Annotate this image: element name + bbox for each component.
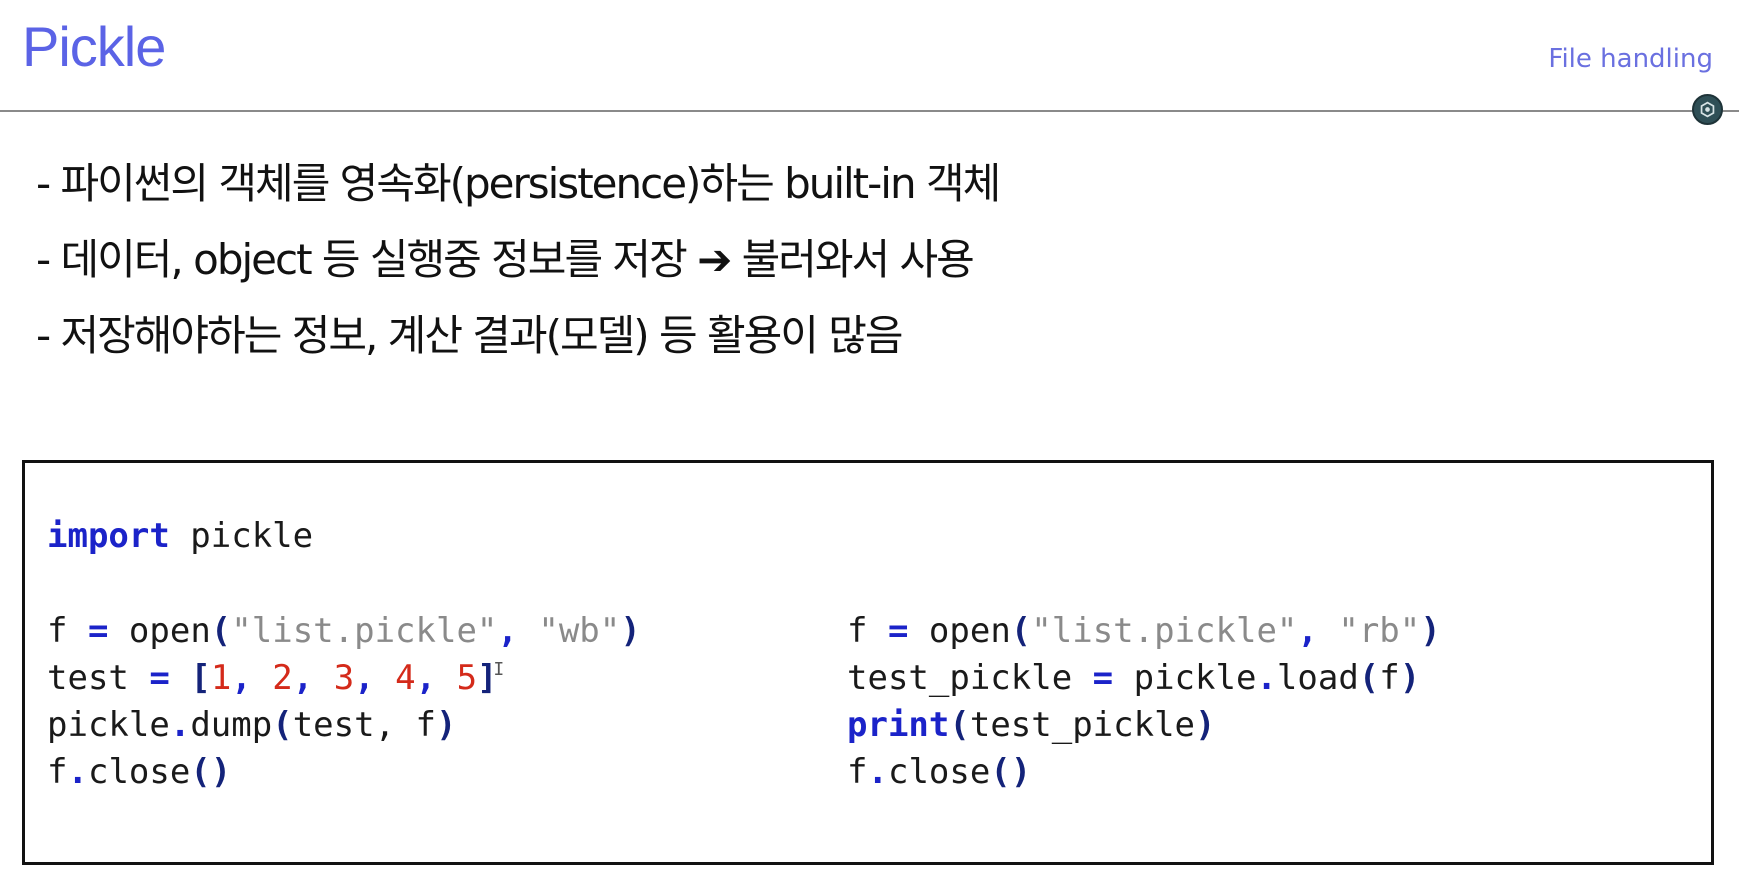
header-divider [0, 110, 1739, 112]
number-literal: 3 [333, 658, 355, 698]
paren: () [990, 752, 1032, 792]
paren: ( [1010, 611, 1032, 651]
keyword: print [847, 705, 950, 745]
code-text: open [108, 611, 211, 651]
code-block: import pickle f = open("list.pickle", "w… [22, 460, 1714, 865]
code-text: f [47, 611, 88, 651]
code-line: f.close() [47, 749, 641, 796]
code-text: f [47, 752, 68, 792]
code-text: dump [190, 705, 273, 745]
operator: . [67, 752, 88, 792]
operator: = [887, 611, 909, 651]
section-label: File handling [1548, 44, 1713, 74]
number-literal: 4 [395, 658, 416, 698]
code-line: pickle.dump(test, f) [47, 702, 641, 749]
code-line: f = open("list.pickle", "wb") [47, 608, 641, 693]
paren: ) [1399, 658, 1421, 698]
code-line: test_pickle = pickle.load(f) [847, 655, 1441, 702]
code-text: test_pickle [969, 705, 1196, 745]
code-right-column: f = open("list.pickle", "rb") test_pickle… [847, 608, 1441, 796]
number-literal: 5 [456, 658, 478, 698]
paren: ( [272, 705, 293, 745]
bullet-item: - 파이썬의 객체를 영속화(persistence)하는 built-in 객… [36, 159, 1001, 208]
code-text: test, f [292, 705, 436, 745]
string-literal: "list.pickle" [1031, 611, 1298, 651]
string-literal: "rb" [1338, 611, 1421, 651]
paren: ( [210, 611, 232, 651]
code-text: pickle [1113, 658, 1257, 698]
slide-title: Pickle [22, 15, 166, 78]
code-text: pickle [169, 516, 314, 556]
paren: ( [949, 705, 970, 745]
code-line: f = open("list.pickle", "rb") [847, 608, 1441, 655]
paren: () [190, 752, 232, 792]
paren: ( [1358, 658, 1380, 698]
code-import-line: import pickle [47, 513, 313, 560]
paren: ) [620, 611, 641, 651]
keyword: import [47, 516, 170, 556]
string-literal: "list.pickle" [231, 611, 498, 651]
operator: , [292, 658, 334, 698]
paren: ) [1420, 611, 1441, 651]
code-line: f.close() [847, 749, 1441, 796]
code-text: pickle [47, 705, 170, 745]
bullet-item: - 데이터, object 등 실행중 정보를 저장 ➔ 불러와서 사용 [36, 235, 975, 284]
code-text: test_pickle [847, 658, 1093, 698]
operator: = [149, 658, 170, 698]
code-text: f [1379, 658, 1400, 698]
code-text: close [87, 752, 191, 792]
string-literal: "wb" [538, 611, 621, 651]
code-text: f [847, 611, 888, 651]
operator: . [867, 752, 888, 792]
logo-icon [1692, 94, 1723, 125]
code-line: print(test_pickle) [847, 702, 1441, 749]
paren: ) [1195, 705, 1216, 745]
code-text: test [47, 658, 150, 698]
bracket: [ [190, 658, 211, 698]
code-text: f [847, 752, 868, 792]
code-text: close [887, 752, 991, 792]
code-text: load [1276, 658, 1359, 698]
number-literal: 1 [210, 658, 232, 698]
bullet-item: - 저장해야하는 정보, 계산 결과(모델) 등 활용이 많음 [36, 311, 904, 360]
code-line: test = [1, 2, 3, 4, 5] [47, 655, 641, 702]
hexagon-icon [1700, 101, 1715, 118]
operator: = [87, 611, 109, 651]
paren: ) [435, 705, 457, 745]
operator: , [497, 611, 539, 651]
code-text: open [908, 611, 1011, 651]
number-literal: 2 [272, 658, 293, 698]
operator: . [1256, 658, 1277, 698]
operator: , [415, 658, 457, 698]
operator: = [1092, 658, 1114, 698]
operator: . [169, 705, 191, 745]
operator: , [354, 658, 396, 698]
bullet-list: - 파이썬의 객체를 영속화(persistence)하는 built-in 객… [36, 146, 1001, 374]
operator: , [231, 658, 273, 698]
code-left-column: f = open("list.pickle", "wb") test = [1, … [47, 608, 641, 796]
operator: , [1297, 611, 1339, 651]
